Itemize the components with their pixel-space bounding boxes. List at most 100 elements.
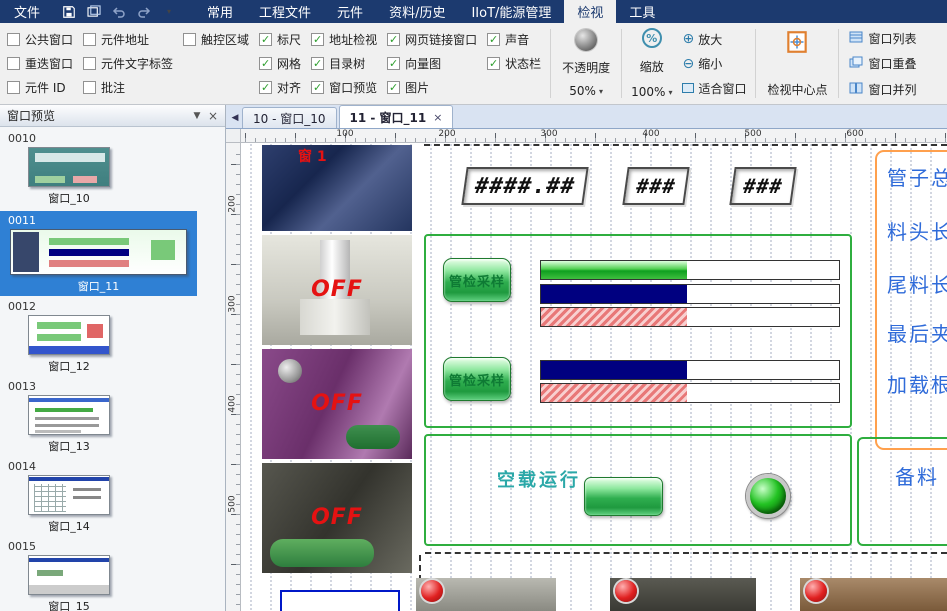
view-center-label: 检视中心点 [767,81,827,98]
window-thumbnail-0010[interactable]: 0010 窗口_10 [0,131,225,208]
machine-photo-1[interactable]: 窗 1 [262,145,412,231]
red-indicator-icon [805,580,827,602]
document-tab-window-10[interactable]: 10 - 窗口_10 [242,107,337,128]
opacity-control[interactable]: 不透明度 50%▾ [555,25,617,102]
toggle-label: 元件地址 [101,31,149,48]
toggle-grid[interactable]: ✓网格 [259,53,301,73]
toggle-window-preview[interactable]: ✓窗口预览 [311,78,377,98]
checkbox-icon: ✓ [387,81,400,94]
toggle-comment[interactable]: ✓批注 [83,78,173,98]
window-thumbnail-0012[interactable]: 0012 窗口_12 [0,299,225,376]
window-overlap-label: 窗口重叠 [868,55,916,72]
panel-dropdown-icon[interactable]: ▼ [189,108,205,124]
fit-window-button[interactable]: 适合窗口 [682,79,746,97]
parameter-panel-box[interactable]: 管子总 料头长 尾料长 最后夹 加载根 [875,150,947,450]
panel-close-icon[interactable]: × [205,108,221,124]
menu-tab-object[interactable]: 元件 [324,0,376,23]
window-list-button[interactable]: 窗口列表 [849,29,916,47]
window-overlap-icon [849,56,863,71]
toggle-common-window[interactable]: ✓公共窗口 [7,29,73,49]
ribbon-separator [621,29,622,98]
zoom-dropdown[interactable]: % 缩放 100%▾ [631,28,672,99]
document-tab-window-11[interactable]: 11 - 窗口_11 × [339,105,454,128]
run-led-indicator[interactable] [746,474,790,518]
bar-green-1[interactable] [540,260,840,280]
bar-navy-1[interactable] [540,284,840,304]
window-list-label: 窗口列表 [868,30,916,47]
menu-tab-home[interactable]: 常用 [194,0,246,23]
machine-photo-2[interactable]: OFF [262,235,412,345]
menu-tab-view[interactable]: 检视 [564,0,616,23]
toggle-ruler[interactable]: ✓标尺 [259,29,301,49]
toggle-object-label[interactable]: ✓元件文字标签 [83,53,173,73]
idle-run-text[interactable]: 空载运行 [497,466,581,492]
toggle-label: 地址检视 [329,31,377,48]
window-tile-label: 窗口并列 [868,81,916,98]
tab-scroll-left-icon[interactable]: ◀ [228,108,242,128]
toggle-vector[interactable]: ✓向量图 [387,53,477,73]
bar-fill [541,384,687,402]
sample-button-1[interactable]: 管检采样 [443,258,511,302]
toggle-touch-area[interactable]: ✓触控区域 [183,29,249,49]
bottom-photo-3[interactable] [800,578,947,611]
window-list-icon [849,31,863,46]
save-icon[interactable] [60,4,78,20]
checkbox-icon: ✓ [311,33,324,46]
bar-fill [541,361,687,379]
numeric-display-1[interactable]: ####.## [461,167,588,205]
toggle-object-id[interactable]: ✓元件 ID [7,78,73,98]
redo-icon[interactable] [135,4,153,20]
checkbox-icon: ✓ [311,81,324,94]
toggle-picture[interactable]: ✓图片 [387,78,477,98]
menu-tab-iiot[interactable]: IIoT/能源管理 [458,0,564,23]
backup-material-box[interactable]: 备料 [857,437,947,546]
file-menu-button[interactable]: 文件 [0,0,54,23]
save-all-icon[interactable] [85,4,103,20]
window-thumbnail-0015[interactable]: 0015 窗口_15 [0,539,225,611]
tab-label: 11 - 窗口_11 [350,109,427,126]
numeric-display-3[interactable]: ### [729,167,796,205]
machine-photo-4[interactable]: OFF [262,463,412,573]
toggle-object-address[interactable]: ✓元件地址 [83,29,173,49]
numeric-display-2[interactable]: ### [622,167,689,205]
toggle-label: 元件文字标签 [101,55,173,72]
toggle-snap[interactable]: ✓对齐 [259,78,301,98]
toggle-weblink-window[interactable]: ✓网页链接窗口 [387,29,477,49]
bottom-photo-2[interactable] [610,578,756,611]
toggle-label: 元件 ID [25,79,66,96]
window-overlap-button[interactable]: 窗口重叠 [849,55,916,73]
checkbox-icon: ✓ [7,57,20,70]
toggle-label: 目录树 [329,55,365,72]
blue-frame-object[interactable] [280,590,400,611]
window-tile-button[interactable]: 窗口并列 [849,80,916,98]
undo-icon[interactable] [110,4,128,20]
vertical-ruler: 200 300 400 500 [226,143,241,611]
window-thumbnail-0013[interactable]: 0013 窗口_13 [0,379,225,456]
toggle-label: 重迭窗口 [25,55,73,72]
view-center-button[interactable]: 检视中心点 [760,25,834,102]
design-canvas[interactable]: 窗 1 OFF OFF OFF ####.## ### ### 管检采样 [241,143,947,611]
machine-photo-3[interactable]: OFF [262,349,412,459]
sample-button-2[interactable]: 管检采样 [443,357,511,401]
ruler-label: 300 [540,129,557,139]
toggle-label: 批注 [101,79,125,96]
toggle-address-view[interactable]: ✓ 地址检视 [311,29,377,49]
zoom-out-button[interactable]: ⊖缩小 [682,55,746,73]
toggle-tree[interactable]: ✓目录树 [311,53,377,73]
tab-close-icon[interactable]: × [433,111,442,124]
toggle-overlay-window[interactable]: ✓ 重迭窗口 [7,53,73,73]
bar-pink-2[interactable] [540,383,840,403]
menu-tab-data[interactable]: 资料/历史 [376,0,458,23]
zoom-in-button[interactable]: ⊕放大 [682,30,746,48]
bar-navy-2[interactable] [540,360,840,380]
run-indicator-bar[interactable] [584,477,663,516]
menu-tab-project[interactable]: 工程文件 [246,0,324,23]
toggle-sound[interactable]: ✓声音 [487,29,541,49]
toolbar-caret-icon[interactable]: ▾ [160,4,178,20]
bar-pink-1[interactable] [540,307,840,327]
window-thumbnail-0014[interactable]: 0014 窗口_14 [0,459,225,536]
window-thumbnail-0011[interactable]: 0011 窗口_11 [0,211,197,296]
bottom-photo-1[interactable] [416,578,556,611]
toggle-statusbar[interactable]: ✓状态栏 [487,53,541,73]
menu-tab-tool[interactable]: 工具 [616,0,668,23]
